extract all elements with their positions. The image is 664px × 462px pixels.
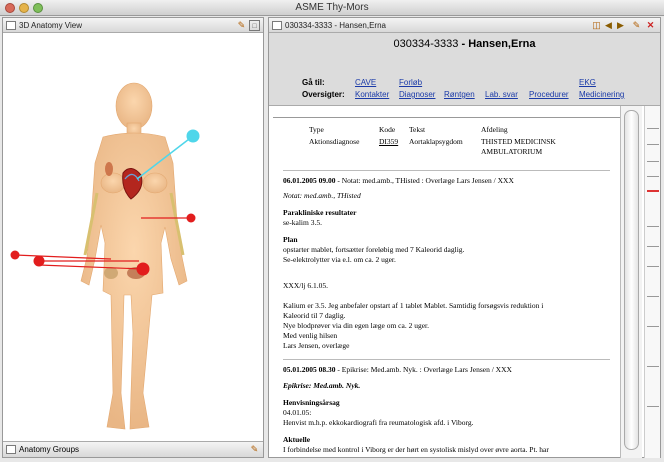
overview-link-kontakter[interactable]: Kontakter bbox=[355, 90, 389, 99]
goto-link-cave[interactable]: CAVE bbox=[355, 78, 376, 87]
note-text: Kaleorid til 7 daglig. bbox=[283, 311, 346, 320]
table-header: Afdeling bbox=[481, 125, 508, 134]
red-marker-arm[interactable] bbox=[186, 213, 196, 223]
pin-icon[interactable]: ✎ bbox=[249, 444, 260, 455]
note-text: Henvist m.h.p. ekkokardiografi fra reuma… bbox=[283, 418, 474, 427]
document-scrollbar[interactable] bbox=[620, 106, 642, 458]
note-text: 04.01.05: bbox=[283, 408, 312, 417]
left-organ bbox=[105, 162, 113, 176]
zoom-window-button[interactable] bbox=[33, 3, 43, 13]
note-text: Med venlig hilsen bbox=[283, 331, 338, 340]
anatomy-groups-tab[interactable]: Anatomy Groups ✎ bbox=[3, 441, 263, 457]
goto-label: Gå til: bbox=[302, 78, 325, 87]
anatomy-3d-viewport[interactable] bbox=[3, 33, 263, 436]
table-header: Kode bbox=[379, 125, 396, 134]
note-header: 05.01.2005 08.30 - Epikrise: Med.amb. Ny… bbox=[283, 365, 512, 374]
anatomy-view-pane: 3D Anatomy View ✎ □ Anatomy Groups ✎ bbox=[2, 17, 264, 458]
divider bbox=[283, 170, 610, 171]
goto-link-forloeb[interactable]: Forløb bbox=[399, 78, 422, 87]
table-cell: Aortaklapsygdom bbox=[409, 137, 463, 146]
overview-link-medicinering[interactable]: Medicinering bbox=[579, 90, 624, 99]
patient-id: 030334-3333 bbox=[393, 38, 459, 50]
maximize-icon[interactable]: □ bbox=[249, 20, 260, 31]
section-heading: Plan bbox=[283, 235, 298, 244]
table-cell: DI359 bbox=[379, 137, 399, 146]
overview-link-lab-svar[interactable]: Lab. svar bbox=[485, 90, 518, 99]
note-header: 06.01.2005 09.00 - Notat: med.amb., THis… bbox=[283, 176, 514, 185]
goto-link-ekg[interactable]: EKG bbox=[579, 78, 596, 87]
overview-link-roentgen[interactable]: Røntgen bbox=[444, 90, 475, 99]
note-text: Lars Jensen, overlæge bbox=[283, 341, 350, 350]
anatomy-view-tab[interactable]: 3D Anatomy View ✎ □ bbox=[3, 18, 263, 33]
anatomy-groups-label: Anatomy Groups bbox=[19, 445, 80, 454]
folder-icon[interactable]: ◫ bbox=[591, 20, 602, 31]
patient-record-tab[interactable]: 030334-3333 - Hansen,Erna ◫ ◀ ▶ ✎ ✕ bbox=[269, 18, 660, 33]
navigation-panel: 030334-3333 - Hansen,Erna Gå til: CAVE F… bbox=[269, 33, 660, 106]
section-heading: Aktuelle bbox=[283, 435, 311, 444]
edit-icon[interactable]: ✎ bbox=[631, 20, 642, 31]
back-icon[interactable]: ◀ bbox=[603, 20, 614, 31]
overview-link-procedurer[interactable]: Procedurer bbox=[529, 90, 569, 99]
pin-icon[interactable]: ✎ bbox=[236, 20, 247, 31]
table-cell: THISTED MEDICINSK AMBULATORIUM bbox=[481, 137, 556, 156]
journal-document[interactable]: Type Kode Tekst Afdeling Aktionsdiagnose… bbox=[273, 106, 620, 458]
minimize-window-button[interactable] bbox=[19, 3, 29, 13]
overview-label: Oversigter: bbox=[302, 90, 345, 99]
table-cell: Aktionsdiagnose bbox=[309, 137, 360, 146]
overview-link-diagnoser[interactable]: Diagnoser bbox=[399, 90, 435, 99]
note-text: Nye blodprøver via din egen læge om ca. … bbox=[283, 321, 430, 330]
anatomy-view-tab-label: 3D Anatomy View bbox=[19, 21, 82, 30]
patient-name: Hansen,Erna bbox=[468, 38, 536, 50]
red-marker-pelvis[interactable] bbox=[136, 262, 150, 276]
current-position-marker bbox=[647, 190, 659, 192]
groups-tab-icon bbox=[6, 445, 16, 454]
note-text: XXX/lj 6.1.05. bbox=[283, 281, 328, 290]
divider bbox=[283, 359, 610, 360]
view-tab-icon bbox=[6, 21, 16, 30]
record-tab-icon bbox=[272, 21, 282, 30]
note-notat: Notat: med.amb., THisted bbox=[283, 191, 361, 200]
note-text: I forbindelse med kontrol i Viborg er de… bbox=[283, 445, 549, 454]
note-text: se-kalim 3.5. bbox=[283, 218, 322, 227]
table-header: Type bbox=[309, 125, 324, 134]
window-titlebar: ASME Thy-Mors bbox=[0, 0, 664, 16]
note-text: Kalium er 3.5. Jeg anbefaler opstart af … bbox=[283, 301, 544, 310]
window-title: ASME Thy-Mors bbox=[295, 2, 369, 13]
document-overview-strip[interactable] bbox=[644, 106, 660, 458]
cyan-marker[interactable] bbox=[186, 129, 200, 143]
patient-record-pane: 030334-3333 - Hansen,Erna ◫ ◀ ▶ ✎ ✕ 0303… bbox=[268, 17, 661, 458]
note-text: opstarter mablet, fortsætter foreløbig m… bbox=[283, 245, 465, 254]
red-marker-left-1[interactable] bbox=[10, 250, 20, 260]
table-header: Tekst bbox=[409, 125, 426, 134]
section-heading: Parakliniske resultater bbox=[283, 208, 357, 217]
diagnosis-table: Type Kode Tekst Afdeling Aktionsdiagnose… bbox=[307, 124, 589, 158]
scroll-thumb[interactable] bbox=[624, 110, 639, 450]
note-epikrise: Epikrise: Med.amb. Nyk. bbox=[283, 381, 361, 390]
section-heading: Henvisningsårsag bbox=[283, 398, 340, 407]
patient-header: 030334-3333 - Hansen,Erna bbox=[393, 38, 536, 50]
body-model[interactable] bbox=[3, 33, 263, 436]
close-window-button[interactable] bbox=[5, 3, 15, 13]
patient-record-tab-label: 030334-3333 - Hansen,Erna bbox=[285, 21, 386, 30]
close-icon[interactable]: ✕ bbox=[645, 20, 656, 31]
forward-icon[interactable]: ▶ bbox=[615, 20, 626, 31]
note-text: Se-elektrolytter via e.l. om ca. 2 uger. bbox=[283, 255, 396, 264]
